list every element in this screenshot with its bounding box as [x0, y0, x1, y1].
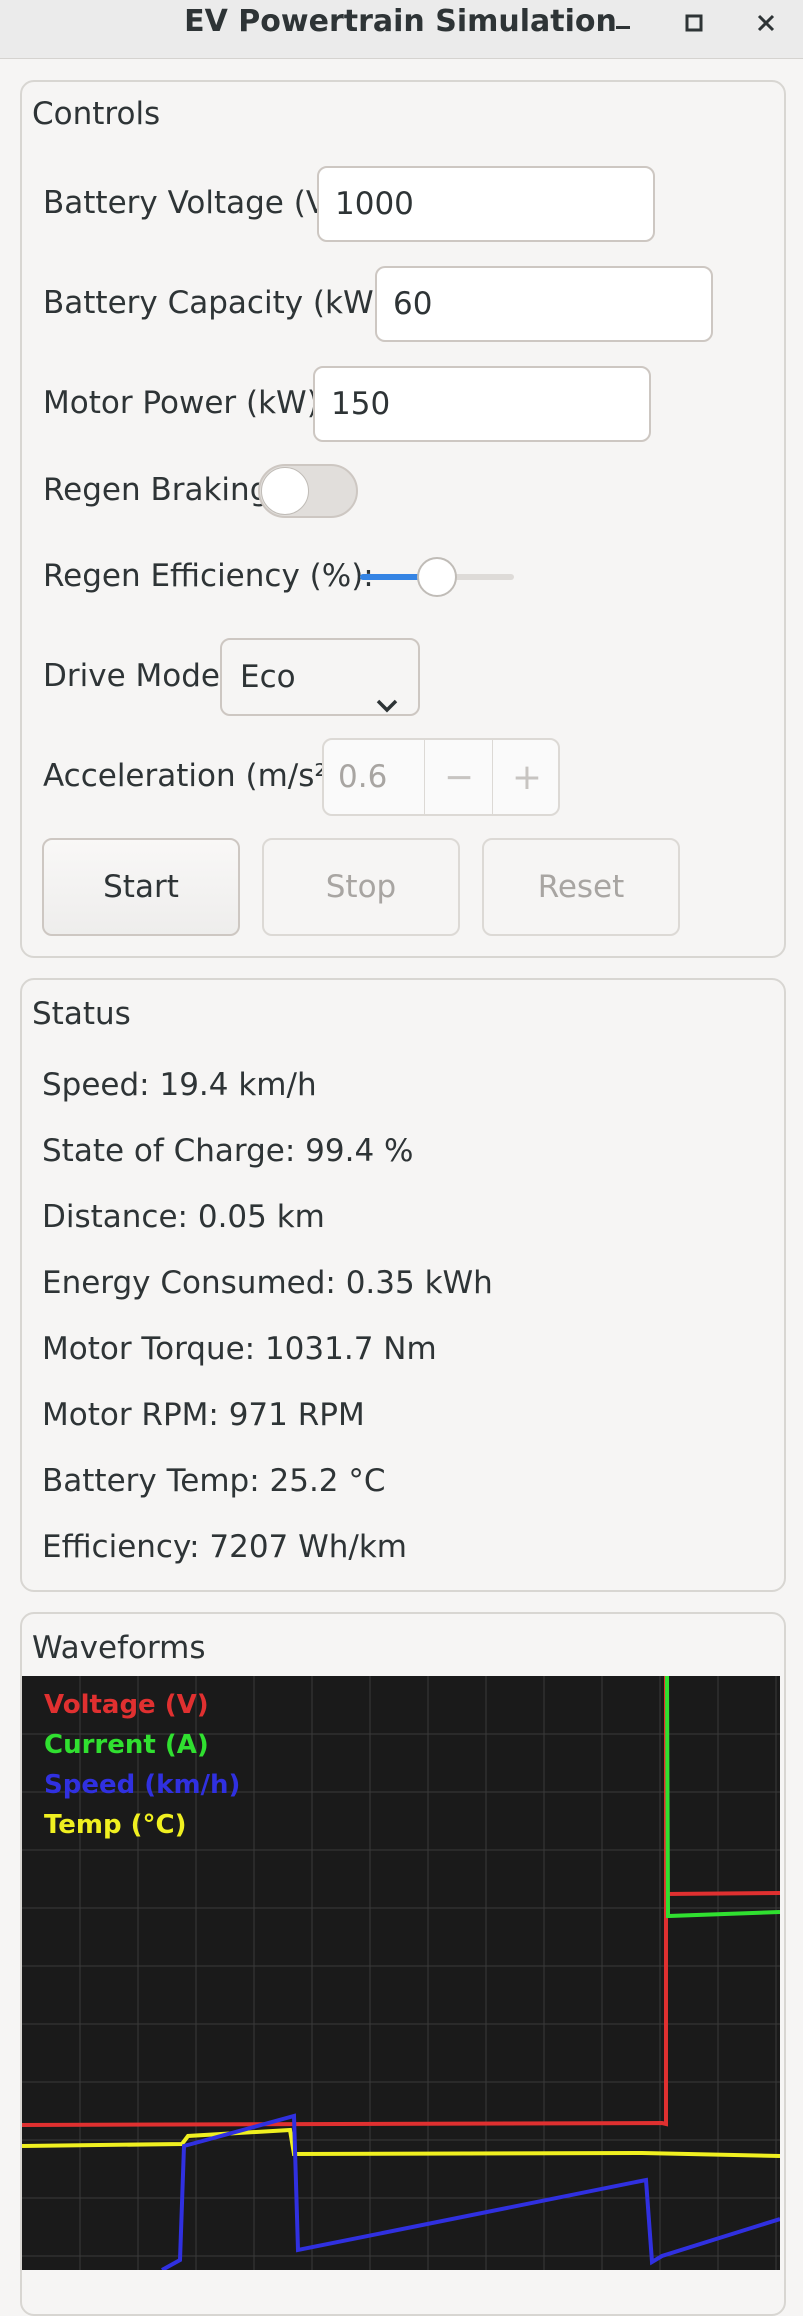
battery-voltage-input[interactable]: 1000	[317, 166, 655, 242]
waveform-plot	[22, 1676, 780, 2270]
energy-consumed-readout: Energy Consumed: 0.35 kWh	[42, 1265, 493, 1301]
drive-mode-label: Drive Mode:	[43, 658, 231, 694]
temp-trace	[22, 2127, 780, 2158]
regen-braking-switch[interactable]	[258, 464, 358, 518]
efficiency-readout: Efficiency: 7207 Wh/km	[42, 1529, 408, 1565]
decrement-button[interactable]: −	[424, 740, 493, 814]
regen-efficiency-slider-knob[interactable]	[417, 557, 457, 597]
motor-power-label: Motor Power (kW):	[43, 385, 330, 421]
battery-capacity-input[interactable]: 60	[375, 266, 713, 342]
acceleration-label: Acceleration (m/s²):	[43, 758, 350, 794]
status-frame-label: Status	[32, 996, 131, 1032]
stop-button[interactable]: Stop	[262, 838, 460, 936]
chevron-down-icon	[376, 666, 398, 740]
speed-readout: Speed: 19.4 km/h	[42, 1067, 317, 1103]
battery-voltage-label: Battery Voltage (V):	[43, 185, 350, 221]
minimize-icon[interactable]	[603, 6, 643, 40]
state-of-charge-readout: State of Charge: 99.4 %	[42, 1133, 414, 1169]
drive-mode-value: Eco	[240, 659, 296, 695]
acceleration-spinbutton[interactable]: 0.6 − +	[322, 738, 560, 816]
switch-knob	[261, 467, 309, 515]
regen-braking-label: Regen Braking:	[43, 472, 280, 508]
motor-rpm-readout: Motor RPM: 971 RPM	[42, 1397, 365, 1433]
distance-readout: Distance: 0.05 km	[42, 1199, 325, 1235]
regen-efficiency-label: Regen Efficiency (%):	[43, 558, 374, 594]
battery-temp-readout: Battery Temp: 25.2 °C	[42, 1463, 386, 1499]
legend-speed: Speed (km/h)	[44, 1770, 241, 1800]
legend-temp: Temp (°C)	[44, 1810, 187, 1840]
legend-voltage: Voltage (V)	[44, 1690, 209, 1720]
current-trace	[665, 1676, 780, 1919]
battery-capacity-label: Battery Capacity (kWh):	[43, 285, 416, 321]
waveforms-frame-label: Waveforms	[32, 1630, 206, 1666]
motor-torque-readout: Motor Torque: 1031.7 Nm	[42, 1331, 437, 1367]
controls-frame: Controls Battery Voltage (V): 1000 Batte…	[20, 80, 786, 958]
title-bar: EV Powertrain Simulation	[0, 0, 803, 59]
reset-button[interactable]: Reset	[482, 838, 680, 936]
increment-button[interactable]: +	[492, 740, 561, 814]
speed-trace	[161, 2113, 780, 2270]
acceleration-value: 0.6	[338, 759, 388, 795]
motor-power-input[interactable]: 150	[313, 366, 651, 442]
start-button[interactable]: Start	[42, 838, 240, 936]
legend-current: Current (A)	[44, 1730, 209, 1760]
close-icon[interactable]	[746, 6, 786, 40]
controls-frame-label: Controls	[32, 96, 161, 132]
waveform-scope: Voltage (V) Current (A) Speed (km/h) Tem…	[22, 1676, 780, 2270]
drive-mode-dropdown[interactable]: Eco	[220, 638, 420, 716]
maximize-icon[interactable]	[674, 6, 714, 40]
